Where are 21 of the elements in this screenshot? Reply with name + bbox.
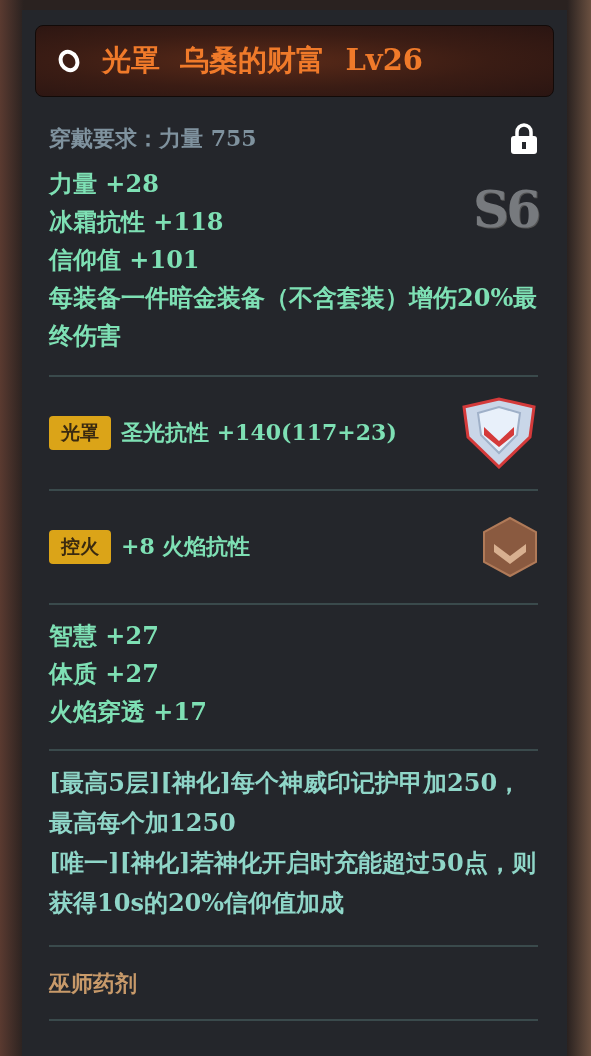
effect-text: 每装备一件暗金装备（不含套装）增伤20%最终伤害 (49, 282, 538, 352)
item-title: 光罩 乌桑的财富 Lv26 (102, 42, 423, 79)
stat-line: 冰霜抗性 +118 (49, 206, 224, 238)
shield-badge-icon (460, 397, 538, 469)
stat-line: 体质 +27 (49, 658, 160, 690)
effect-text: [最高5层][神化]每个神威印记护甲加250，最高每个加1250 (49, 767, 523, 839)
potion-label: 巫师药剂 (49, 969, 138, 998)
gem-tag: 控火 (49, 530, 111, 564)
effect-text: [唯一][神化]若神化开启时充能超过50点，则获得10s的20%信仰值加成 (49, 847, 537, 919)
gem-stat: 圣光抗性 +140(117+23) (121, 418, 398, 447)
stat-line: 智慧 +27 (49, 620, 160, 652)
stat-line: 信仰值 +101 (49, 244, 201, 276)
hexagon-badge-icon (482, 516, 538, 578)
requirement-text: 穿戴要求：力量 755 (49, 124, 257, 153)
stat-line: 火焰穿透 +17 (49, 696, 208, 728)
ring-icon (58, 49, 80, 73)
grade-mark: S6 (473, 185, 538, 241)
stat-line: 力量 +28 (49, 168, 160, 200)
lock-icon (510, 123, 538, 155)
gem-tag: 光罩 (49, 416, 111, 450)
gem-stat: +8 火焰抗性 (121, 532, 252, 561)
